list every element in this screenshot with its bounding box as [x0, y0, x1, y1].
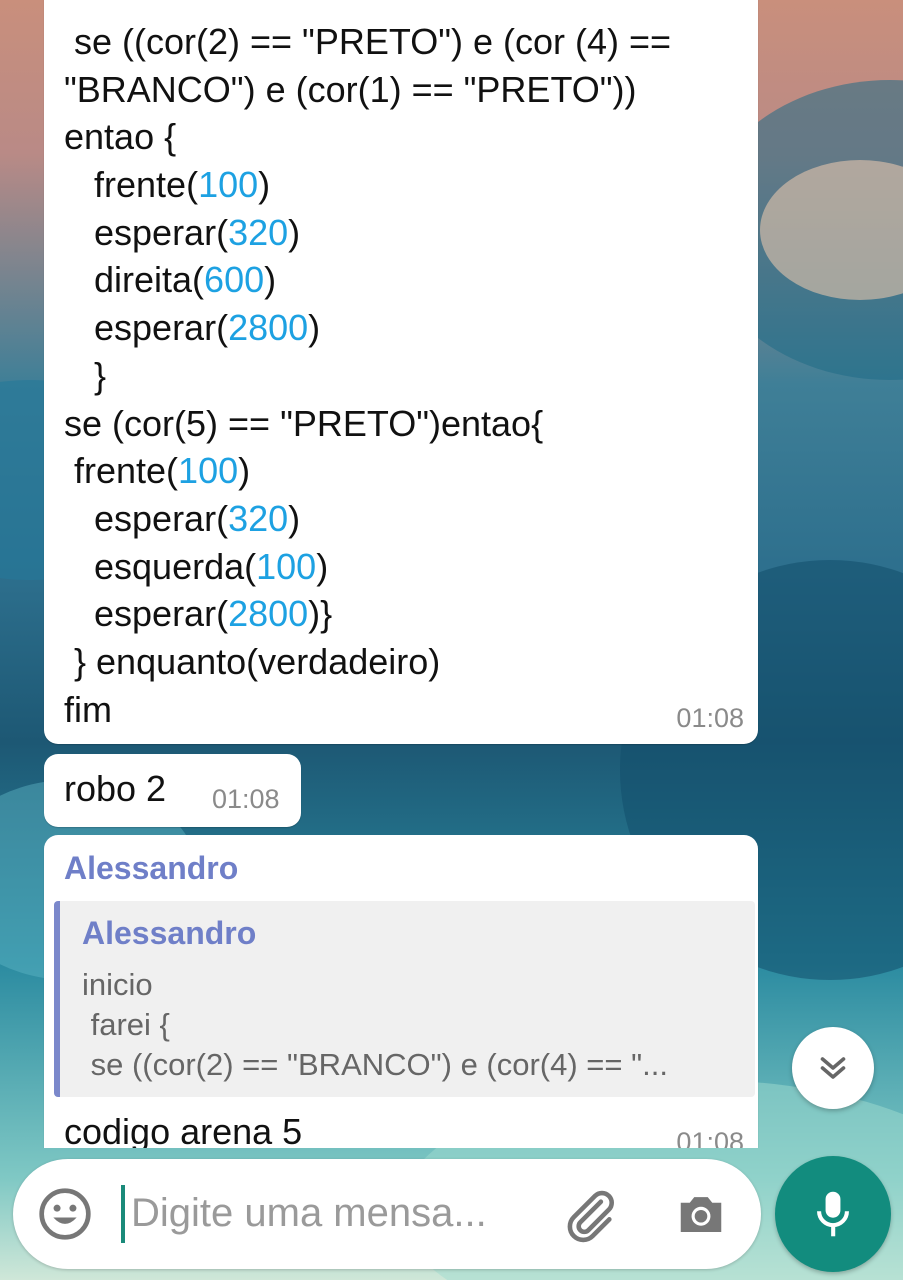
microphone-icon — [817, 1191, 849, 1237]
camera-icon[interactable] — [673, 1187, 729, 1241]
code-line: esquerda(100) — [64, 545, 329, 587]
emoji-icon[interactable] — [37, 1186, 93, 1242]
code-line: fim — [64, 688, 112, 730]
paperclip-icon[interactable] — [561, 1186, 619, 1244]
voice-record-button[interactable] — [775, 1156, 891, 1272]
code-line: "BRANCO") e (cor(1) == "PRETO")) — [64, 68, 637, 110]
sender-name[interactable]: Alessandro — [64, 850, 238, 887]
scroll-to-bottom-button[interactable] — [792, 1027, 874, 1109]
message-list[interactable]: se ((cor(2) == "PRETO") e (cor (4) == "BR… — [0, 0, 903, 1148]
code-line: esperar(320) — [64, 211, 301, 253]
code-line: esperar(320) — [64, 497, 301, 539]
code-number: 100 — [178, 450, 239, 492]
code-message-bubble[interactable]: se ((cor(2) == "PRETO") e (cor (4) == "BR… — [44, 0, 758, 744]
code-line: se ((cor(2) == "PRETO") e (cor (4) == — [64, 21, 672, 62]
text-cursor — [121, 1185, 125, 1243]
code-line: direita(600) — [64, 259, 277, 301]
code-line: } — [64, 354, 107, 396]
code-number: 2800 — [228, 307, 309, 349]
message-text: robo 2 — [64, 768, 167, 809]
reply-message-bubble[interactable]: Alessandro Alessandro inicio farei { se … — [44, 835, 758, 1148]
quoted-line: farei { — [82, 1007, 170, 1042]
message-composer[interactable]: Digite uma mensa... — [13, 1159, 761, 1269]
quoted-line: se ((cor(2) == "BRANCO") e (cor(4) == ".… — [82, 1047, 668, 1082]
code-message-text: se ((cor(2) == "PRETO") e (cor (4) == "BR… — [64, 18, 738, 733]
double-chevron-down-icon — [820, 1057, 846, 1079]
code-line: } enquanto(verdadeiro) — [64, 640, 441, 682]
code-line: frente(100) — [64, 450, 251, 492]
quoted-line: inicio — [82, 967, 153, 1002]
message-timestamp: 01:08 — [212, 784, 280, 814]
message-timestamp: 01:08 — [676, 1127, 744, 1148]
code-line: se (cor(5) == "PRETO")entao{ — [64, 402, 544, 444]
text-message-bubble[interactable]: robo 2 01:08 — [44, 754, 301, 827]
quoted-sender-name: Alessandro — [82, 915, 257, 951]
code-number: 100 — [256, 545, 317, 587]
code-number: 600 — [204, 259, 265, 301]
code-number: 320 — [228, 211, 289, 253]
code-number: 2800 — [228, 593, 309, 635]
code-line: esperar(2800) — [64, 307, 321, 349]
code-line: entao { — [64, 116, 177, 158]
code-number: 320 — [228, 497, 289, 539]
message-input[interactable]: Digite uma mensa... — [131, 1191, 487, 1236]
message-text: codigo arena 5 — [64, 1111, 303, 1148]
code-line: frente(100) — [64, 164, 271, 206]
message-timestamp: 01:08 — [676, 703, 744, 733]
code-line: esperar(2800)} — [64, 593, 333, 635]
quoted-message[interactable]: Alessandro inicio farei { se ((cor(2) ==… — [54, 901, 755, 1097]
code-number: 100 — [198, 164, 259, 206]
